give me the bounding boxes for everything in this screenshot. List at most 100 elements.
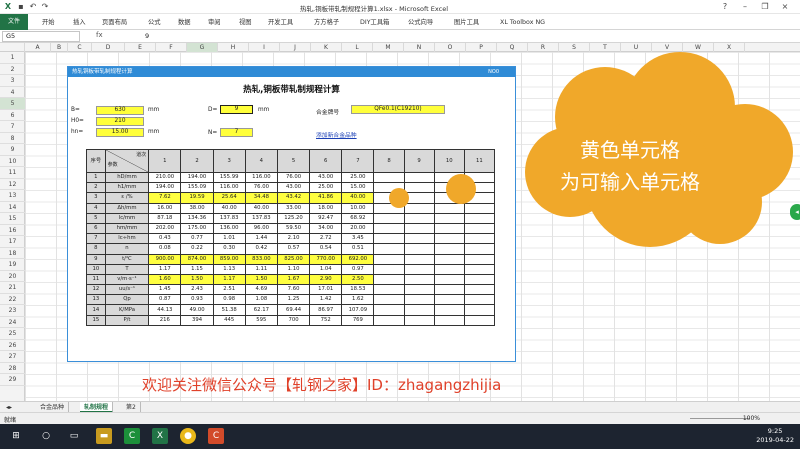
- tab-developer[interactable]: 开发工具: [268, 17, 293, 29]
- table-cell[interactable]: 859.00: [212, 253, 246, 265]
- column-header-g[interactable]: G: [187, 43, 218, 52]
- row-header-8[interactable]: 8: [0, 133, 25, 144]
- row-header-17[interactable]: 17: [0, 236, 25, 248]
- formula-input[interactable]: 9: [145, 32, 149, 40]
- column-header-f[interactable]: F: [156, 43, 187, 52]
- column-header-r[interactable]: R: [528, 43, 559, 52]
- tab-picture-tools[interactable]: 图片工具: [454, 17, 479, 29]
- table-cell[interactable]: 1.67: [276, 273, 311, 286]
- tab-view[interactable]: 视图: [239, 17, 252, 29]
- row-header-20[interactable]: 20: [0, 271, 25, 282]
- table-cell[interactable]: 43.42: [276, 192, 311, 204]
- row-header-26[interactable]: 26: [0, 340, 25, 351]
- column-header-d[interactable]: D: [92, 43, 125, 52]
- tab-review[interactable]: 审阅: [208, 17, 221, 29]
- recorder-icon[interactable]: C: [208, 428, 224, 444]
- zoom-level[interactable]: 100%: [743, 415, 760, 422]
- table-cell[interactable]: 40.00: [341, 192, 375, 204]
- ribbon-options-icon[interactable]: ?: [720, 2, 730, 12]
- tab-home[interactable]: 开始: [42, 17, 55, 29]
- hn-input[interactable]: 15.00: [96, 128, 144, 137]
- n-input[interactable]: 7: [220, 128, 253, 137]
- row-header-28[interactable]: 28: [0, 363, 25, 374]
- camtasia-icon[interactable]: C: [124, 428, 140, 444]
- table-cell[interactable]: 1.60: [148, 273, 182, 286]
- tab-formula-wizard[interactable]: 公式向导: [408, 17, 433, 29]
- table-cell[interactable]: 770.00: [309, 253, 343, 265]
- column-header-q[interactable]: Q: [497, 43, 528, 52]
- row-header-4[interactable]: 4: [0, 87, 25, 98]
- row-header-22[interactable]: 22: [0, 294, 25, 305]
- tab-formulas[interactable]: 公式: [148, 17, 161, 29]
- task-view-icon[interactable]: ▭: [66, 428, 82, 444]
- tab-data[interactable]: 数据: [178, 17, 191, 29]
- table-cell[interactable]: 874.00: [180, 253, 214, 265]
- row-header-10[interactable]: 10: [0, 156, 25, 167]
- table-cell[interactable]: 2.50: [341, 273, 375, 286]
- row-header-27[interactable]: 27: [0, 351, 25, 363]
- excel-taskbar-icon[interactable]: X: [152, 428, 168, 444]
- close-icon[interactable]: ×: [780, 2, 790, 12]
- row-header-6[interactable]: 6: [0, 110, 25, 121]
- fx-icon[interactable]: fx: [96, 31, 103, 39]
- row-header-19[interactable]: 19: [0, 259, 25, 271]
- column-header-m[interactable]: M: [373, 43, 404, 52]
- row-header-7[interactable]: 7: [0, 121, 25, 133]
- row-header-23[interactable]: 23: [0, 305, 25, 317]
- name-box[interactable]: G5: [2, 31, 80, 42]
- windows-start-icon[interactable]: ⊞: [8, 428, 24, 444]
- column-header-s[interactable]: S: [559, 43, 590, 52]
- table-cell[interactable]: 7.62: [148, 192, 182, 204]
- row-header-9[interactable]: 9: [0, 144, 25, 156]
- column-header-i[interactable]: I: [249, 43, 280, 52]
- side-badge-icon[interactable]: ◂: [790, 204, 800, 220]
- column-header-v[interactable]: V: [652, 43, 683, 52]
- tab-file[interactable]: 文件: [0, 14, 28, 30]
- column-header-k[interactable]: K: [311, 43, 342, 52]
- table-cell[interactable]: 2.90: [309, 273, 343, 286]
- search-icon[interactable]: ○: [38, 428, 54, 444]
- file-explorer-icon[interactable]: ▬: [96, 428, 112, 444]
- row-header-13[interactable]: 13: [0, 190, 25, 202]
- b-input[interactable]: 630: [96, 106, 144, 115]
- column-header-h[interactable]: H: [218, 43, 249, 52]
- row-header-11[interactable]: 11: [0, 167, 25, 179]
- column-header-w[interactable]: W: [683, 43, 714, 52]
- table-cell[interactable]: 833.00: [244, 253, 278, 265]
- d-input[interactable]: 9: [220, 105, 253, 114]
- column-header-l[interactable]: L: [342, 43, 373, 52]
- select-all-corner[interactable]: [0, 43, 25, 52]
- column-header-j[interactable]: J: [280, 43, 311, 52]
- column-header-b[interactable]: B: [51, 43, 68, 52]
- minimize-icon[interactable]: –: [740, 2, 750, 12]
- row-header-12[interactable]: 12: [0, 179, 25, 190]
- row-header-25[interactable]: 25: [0, 328, 25, 340]
- tab-xl-toolbox[interactable]: XL Toolbox NG: [500, 17, 545, 29]
- column-header-o[interactable]: O: [435, 43, 466, 52]
- table-cell[interactable]: 1.50: [180, 273, 214, 286]
- column-header-p[interactable]: P: [466, 43, 497, 52]
- table-cell[interactable]: 692.00: [341, 253, 375, 265]
- tab-page-layout[interactable]: 页面布局: [102, 17, 127, 29]
- table-cell[interactable]: 1.17: [212, 273, 246, 286]
- column-header-c[interactable]: C: [68, 43, 92, 52]
- table-cell[interactable]: 25.64: [212, 192, 246, 204]
- row-header-2[interactable]: 2: [0, 64, 25, 75]
- row-header-3[interactable]: 3: [0, 75, 25, 87]
- chrome-icon[interactable]: ●: [180, 428, 196, 444]
- restore-icon[interactable]: ❐: [760, 2, 770, 12]
- table-cell[interactable]: 41.86: [309, 192, 343, 204]
- row-header-1[interactable]: 1: [0, 52, 25, 64]
- column-header-x[interactable]: X: [714, 43, 745, 52]
- undo-icon[interactable]: ↶: [28, 2, 38, 12]
- add-alloy-link[interactable]: 添加新合金品种: [316, 130, 357, 139]
- table-cell[interactable]: 1.50: [244, 273, 278, 286]
- tab-diy-toolbox[interactable]: DIY工具箱: [360, 17, 389, 29]
- row-header-5[interactable]: 5: [0, 98, 25, 110]
- column-header-t[interactable]: T: [590, 43, 621, 52]
- table-cell[interactable]: 34.48: [244, 192, 278, 204]
- row-header-18[interactable]: 18: [0, 248, 25, 259]
- tab-fangfang[interactable]: 方方格子: [314, 17, 339, 29]
- column-header-a[interactable]: A: [25, 43, 51, 52]
- column-header-e[interactable]: E: [125, 43, 156, 52]
